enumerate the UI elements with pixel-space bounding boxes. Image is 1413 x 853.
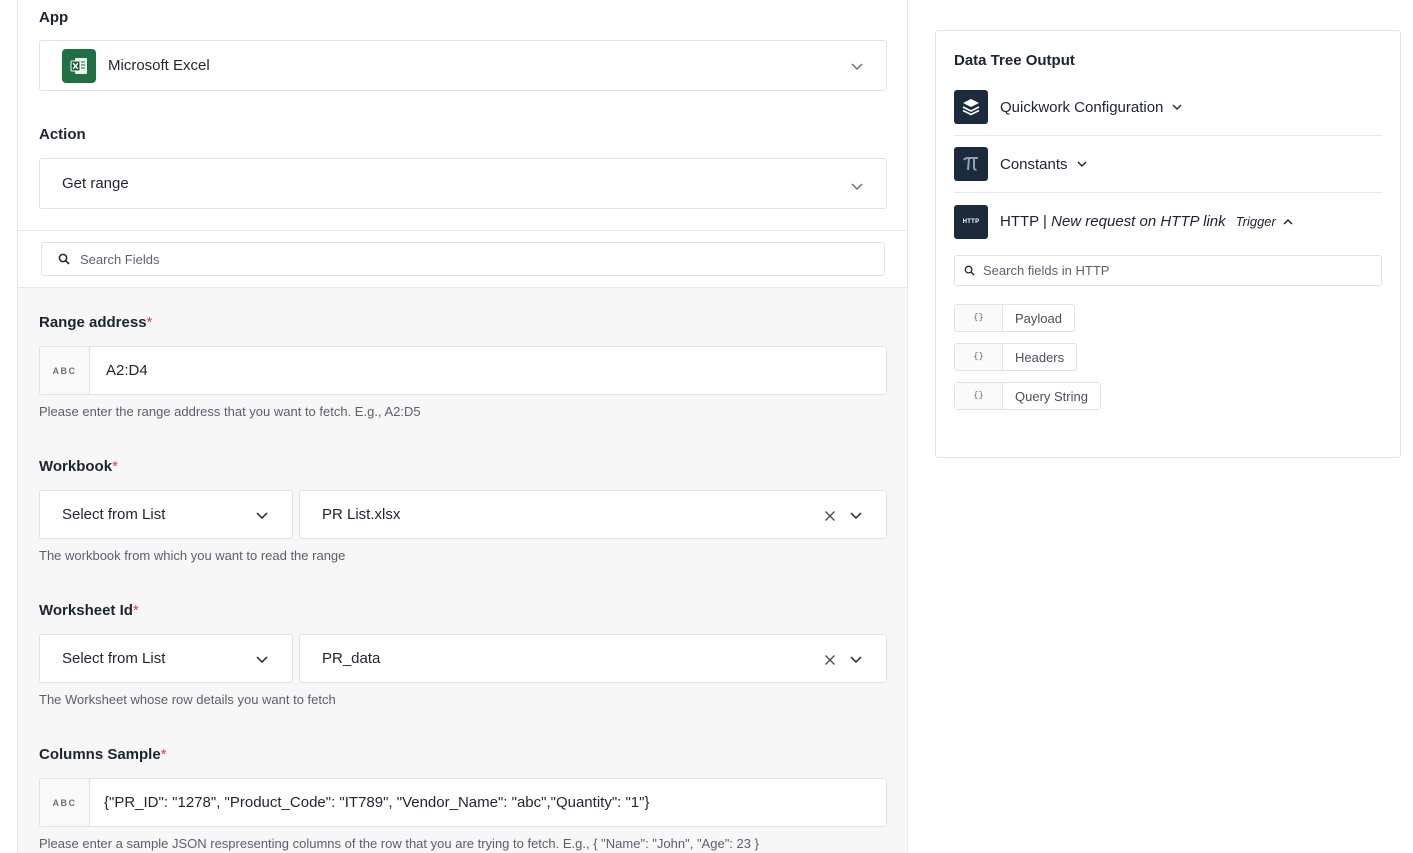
- columns-sample-help: Please enter a sample JSON respresenting…: [39, 836, 759, 851]
- workbook-value: PR List.xlsx: [322, 506, 401, 523]
- chevron-down-icon: [850, 179, 864, 193]
- action-label: Action: [39, 126, 86, 143]
- tree-item-quickwork-configuration[interactable]: Quickwork Configuration: [954, 79, 1382, 136]
- search-icon: [58, 253, 70, 265]
- chevron-down-icon: [255, 652, 269, 666]
- worksheet-value: PR_data: [322, 650, 381, 667]
- action-select-value: Get range: [62, 175, 129, 192]
- fields-area: Range address* ABC A2:D4 Please enter th…: [18, 288, 907, 853]
- workbook-mode-select[interactable]: Select from List: [39, 490, 293, 539]
- required-mark: *: [160, 746, 167, 763]
- range-address-value: A2:D4: [106, 362, 148, 379]
- required-mark: *: [112, 458, 118, 475]
- text-type-badge: ABC: [40, 347, 90, 394]
- chevron-down-icon[interactable]: [849, 508, 863, 522]
- columns-sample-value: {"PR_ID": "1278", "Product_Code": "IT789…: [104, 794, 650, 811]
- chevron-down-icon: [255, 508, 269, 522]
- range-address-help: Please enter the range address that you …: [39, 404, 421, 419]
- workbook-mode-value: Select from List: [62, 506, 166, 523]
- workbook-label: Workbook*: [39, 458, 118, 475]
- http-search-input[interactable]: [983, 263, 1363, 278]
- layers-icon: [954, 90, 988, 124]
- tree-item-constants[interactable]: Constants: [954, 136, 1382, 193]
- workbook-label-text: Workbook: [39, 458, 113, 475]
- chevron-up-icon: [1282, 216, 1294, 228]
- range-address-label-text: Range address: [39, 314, 147, 331]
- tree-item-label: Quickwork Configuration: [1000, 98, 1164, 116]
- tree-item-label: Constants: [1000, 155, 1068, 173]
- clear-icon[interactable]: [824, 509, 836, 521]
- app-select[interactable]: Microsoft Excel: [39, 40, 887, 91]
- columns-sample-input[interactable]: ABC {"PR_ID": "1278", "Product_Code": "I…: [39, 778, 887, 827]
- worksheet-mode-select[interactable]: Select from List: [39, 634, 293, 683]
- object-icon: {}: [955, 305, 1003, 331]
- data-tree-panel: Data Tree Output Quickwork Configuration…: [935, 30, 1401, 458]
- excel-icon: [62, 48, 96, 83]
- http-icon: HTTP: [954, 204, 988, 239]
- chip-label: Payload: [1015, 310, 1062, 326]
- pi-icon: [954, 147, 988, 181]
- range-address-label: Range address*: [39, 314, 152, 331]
- app-action-section: App Microsoft Excel Action Get range: [18, 0, 907, 231]
- worksheet-help: The Worksheet whose row details you want…: [39, 692, 336, 707]
- tree-item-http[interactable]: HTTP HTTP | New request on HTTP link Tri…: [954, 193, 1382, 250]
- object-icon: {}: [955, 383, 1003, 409]
- data-tree-title: Data Tree Output: [954, 52, 1075, 69]
- chip-label: Query String: [1015, 388, 1088, 404]
- clear-icon[interactable]: [824, 653, 836, 665]
- worksheet-select[interactable]: PR_data: [299, 634, 887, 683]
- search-box[interactable]: [41, 242, 885, 276]
- tree-item-label-italic: New request on HTTP link: [1051, 213, 1226, 230]
- trigger-badge: Trigger: [1235, 214, 1276, 229]
- workbook-select[interactable]: PR List.xlsx: [299, 490, 887, 539]
- http-fields-search[interactable]: [954, 255, 1382, 286]
- workbook-help: The workbook from which you want to read…: [39, 548, 346, 563]
- search-icon: [964, 265, 975, 276]
- field-chip-payload[interactable]: {} Payload: [954, 304, 1075, 332]
- range-address-input[interactable]: ABC A2:D4: [39, 346, 887, 395]
- http-icon-text: HTTP: [962, 218, 980, 225]
- worksheet-mode-value: Select from List: [62, 650, 166, 667]
- chevron-down-icon: [850, 59, 864, 73]
- text-type-badge: ABC: [40, 779, 90, 826]
- chevron-down-icon[interactable]: [849, 652, 863, 666]
- chip-label: Headers: [1015, 349, 1065, 365]
- required-mark: *: [132, 602, 139, 619]
- field-chip-headers[interactable]: {} Headers: [954, 343, 1078, 371]
- field-search-bar: [18, 231, 907, 288]
- required-mark: *: [146, 314, 153, 331]
- chevron-down-icon: [1171, 101, 1183, 113]
- tree-item-label-prefix: HTTP |: [1000, 213, 1052, 230]
- config-panel: App Microsoft Excel Action Get range Sea…: [17, 0, 908, 853]
- columns-sample-label: Columns Sample*: [39, 746, 167, 763]
- chevron-down-icon: [1076, 158, 1088, 170]
- action-select[interactable]: Get range: [39, 158, 887, 209]
- object-icon: {}: [955, 344, 1003, 370]
- tree-item-label: HTTP | New request on HTTP link: [1000, 213, 1226, 230]
- worksheet-id-label: Worksheet Id*: [39, 602, 139, 619]
- app-select-value: Microsoft Excel: [108, 57, 210, 74]
- field-chip-query-string[interactable]: {} Query String: [954, 382, 1101, 410]
- columns-sample-label-text: Columns Sample: [39, 746, 161, 763]
- worksheet-id-label-text: Worksheet Id: [39, 602, 133, 619]
- search-input[interactable]: [80, 251, 840, 267]
- app-label: App: [39, 9, 69, 26]
